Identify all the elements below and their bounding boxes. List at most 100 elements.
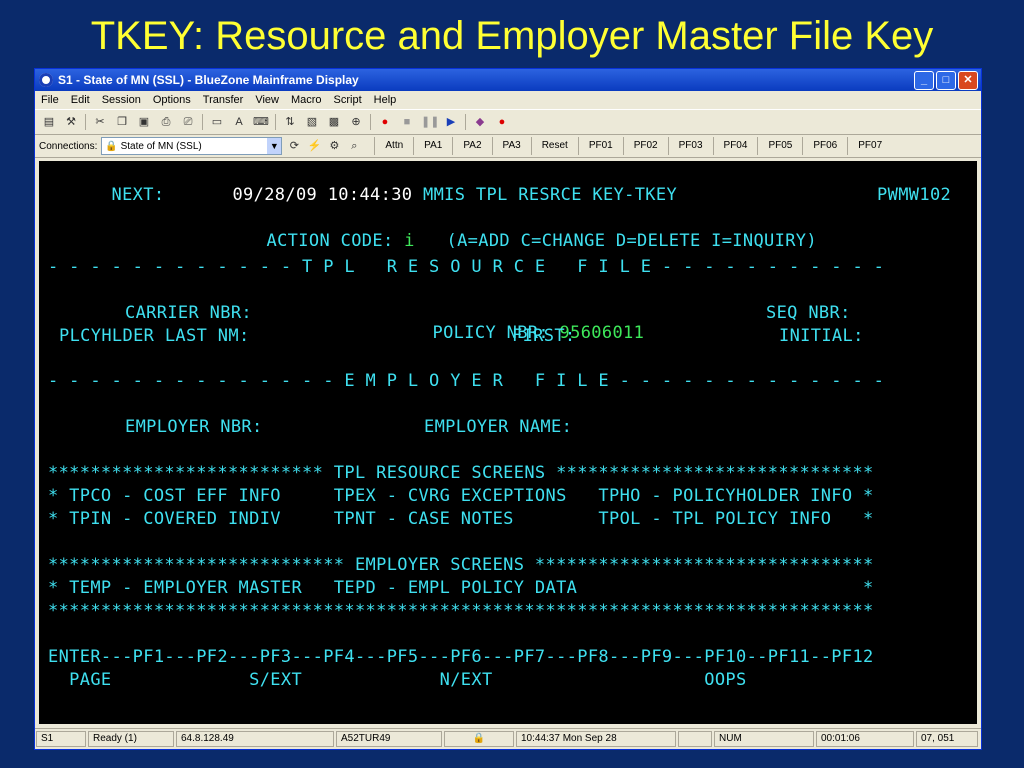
connect-icon[interactable]: ⟳ [286,138,302,154]
terminal-screen[interactable]: NEXT: 09/28/09 10:44:30 MMIS TPL RESRCE K… [39,161,977,724]
find-icon[interactable]: ⌕ [346,138,362,154]
pause-icon[interactable]: ❚❚ [421,114,439,130]
employer-screens-row-1: * TEMP - EMPLOYER MASTER TEPD - EMPL POL… [48,578,874,598]
menu-file[interactable]: File [41,94,59,106]
status-state: Ready (1) [88,731,174,747]
key-pf07[interactable]: PF07 [847,137,892,155]
seq-nbr-label: SEQ NBR: [766,303,851,323]
keyboard-icon[interactable]: ⌨ [253,114,269,130]
connection-bar: Connections: 🔒 State of MN (SSL) ▼ ⟳ ⚡ ⚙… [35,135,981,158]
connection-select[interactable]: 🔒 State of MN (SSL) ▼ [101,137,283,155]
toolbar-separator [275,114,276,130]
status-terminal: A52TUR49 [336,731,442,747]
key-pf02[interactable]: PF02 [622,137,668,155]
app-icon [39,73,53,87]
function-key-bar: Attn PA1 PA2 PA3 Reset PF01 PF02 PF03 PF… [374,137,892,155]
print-icon[interactable]: ⎙ [158,114,174,130]
window-titlebar[interactable]: S1 - State of MN (SSL) - BlueZone Mainfr… [35,69,981,91]
tpl-screens-row-2: * TPIN - COVERED INDIV TPNT - CASE NOTES… [48,509,874,529]
toolbar-separator [85,114,86,130]
pf-key-labels: PAGE S/EXT N/EXT OOPS [48,670,747,690]
status-session: S1 [36,731,86,747]
pf-key-line: ENTER---PF1---PF2---PF3---PF4---PF5---PF… [48,647,874,667]
initial-label: INITIAL: [779,326,864,346]
employer-screens-header: **************************** EMPLOYER SC… [48,555,874,575]
menu-transfer[interactable]: Transfer [203,94,244,106]
employer-name-label: EMPLOYER NAME: [424,417,573,437]
zoom-in-icon[interactable]: ⊕ [348,114,364,130]
bluezone-window: S1 - State of MN (SSL) - BlueZone Mainfr… [34,68,982,750]
record-icon[interactable]: ● [377,114,393,130]
toolbar-separator [465,114,466,130]
employer-divider: - - - - - - - - - - - - - - E M P L O Y … [48,371,885,391]
key-pf04[interactable]: PF04 [712,137,758,155]
action-code-label: ACTION CODE: [266,231,394,251]
status-num: NUM [714,731,814,747]
menu-bar: File Edit Session Options Transfer View … [35,91,981,109]
status-blank [678,731,712,747]
cut-icon[interactable]: ✂ [92,114,108,130]
copy-icon[interactable]: ❐ [114,114,130,130]
screen-header: MMIS TPL RESRCE KEY-TKEY [423,185,678,205]
stop-icon[interactable]: ■ [399,114,415,130]
toolbar-separator [370,114,371,130]
window-title: S1 - State of MN (SSL) - BlueZone Mainfr… [58,73,359,87]
toolbar: ▤ ⚒ ✂ ❐ ▣ ⎙ ⎚ ▭ A ⌨ ⇅ ▧ ▩ ⊕ ● ■ ❚❚ ▶ ◆ ● [35,109,981,135]
menu-script[interactable]: Script [334,94,362,106]
font-icon[interactable]: A [231,114,247,130]
key-pf03[interactable]: PF03 [667,137,713,155]
datetime: 09/28/09 10:44:30 [232,185,413,205]
menu-view[interactable]: View [255,94,279,106]
save-icon[interactable]: ▣ [136,114,152,130]
lock-icon: 🔒 [444,731,514,747]
menu-macro[interactable]: Macro [291,94,322,106]
menu-edit[interactable]: Edit [71,94,90,106]
first-name-label: FIRST: [512,326,576,346]
minimize-button[interactable]: _ [914,71,934,90]
key-pf01[interactable]: PF01 [577,137,623,155]
key-reset[interactable]: Reset [530,137,578,155]
close-button[interactable]: ✕ [958,71,978,90]
status-bar: S1 Ready (1) 64.8.128.49 A52TUR49 🔒 10:4… [35,728,981,749]
settings-icon[interactable]: ⚙ [326,138,342,154]
image-icon[interactable]: ▩ [326,114,342,130]
properties-icon[interactable]: ▤ [41,114,57,130]
maximize-button[interactable]: □ [936,71,956,90]
menu-help[interactable]: Help [374,94,397,106]
disconnect-icon[interactable]: ⚡ [306,138,322,154]
menu-session[interactable]: Session [102,94,141,106]
key-pa2[interactable]: PA2 [452,137,491,155]
tool-icon[interactable]: ⚒ [63,114,79,130]
display-icon[interactable]: ▭ [209,114,225,130]
status-time: 10:44:37 Mon Sep 28 [516,731,676,747]
key-pf05[interactable]: PF05 [757,137,802,155]
plcyhlder-last-label: PLCYHLDER LAST NM: [59,326,250,346]
document-icon[interactable]: ▧ [304,114,320,130]
lock-icon: 🔒 [105,140,121,152]
key-attn[interactable]: Attn [374,137,413,155]
chevron-down-icon[interactable]: ▼ [267,138,282,154]
transfer-icon[interactable]: ⇅ [282,114,298,130]
key-pa3[interactable]: PA3 [491,137,531,155]
print-screen-icon[interactable]: ⎚ [180,114,196,130]
carrier-nbr-label: CARRIER NBR: [125,303,253,323]
connection-value: State of MN (SSL) [120,140,202,152]
next-label: NEXT: [111,185,165,205]
menu-options[interactable]: Options [153,94,191,106]
stars-line: ****************************************… [48,601,874,621]
apple-icon[interactable]: ● [494,114,510,130]
key-pa1[interactable]: PA1 [413,137,452,155]
tpl-resource-divider: - - - - - - - - - - - - T P L R E S O U … [48,257,885,277]
slide-title: TKEY: Resource and Employer Master File … [90,14,934,58]
book-icon[interactable]: ◆ [472,114,488,130]
play-icon[interactable]: ▶ [443,114,459,130]
toolbar-separator [202,114,203,130]
connections-label: Connections: [39,140,98,152]
key-pf06[interactable]: PF06 [802,137,847,155]
status-elapsed: 00:01:06 [816,731,914,747]
status-ip: 64.8.128.49 [176,731,334,747]
policy-line: POLICY NBR: 95606011 [369,303,644,363]
action-code-input[interactable]: i [404,231,415,251]
tpl-screens-row-1: * TPCO - COST EFF INFO TPEX - CVRG EXCEP… [48,486,874,506]
employer-nbr-label: EMPLOYER NBR: [125,417,263,437]
